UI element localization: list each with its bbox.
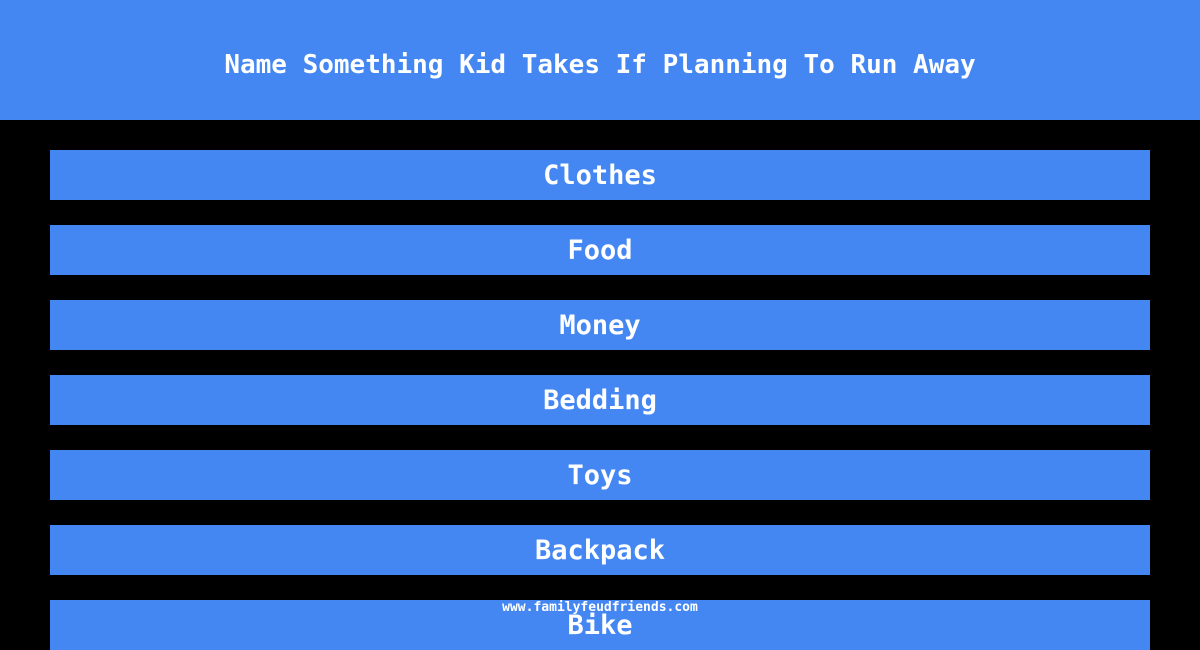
question-header: Name Something Kid Takes If Planning To …	[0, 0, 1200, 120]
question-title: Name Something Kid Takes If Planning To …	[224, 50, 976, 80]
answer-bar: Food	[50, 225, 1150, 275]
answer-bar: Clothes	[50, 150, 1150, 200]
answer-bar: Bedding	[50, 375, 1150, 425]
answer-bar: Toys	[50, 450, 1150, 500]
answer-bar: Backpack	[50, 525, 1150, 575]
answer-bar: Money	[50, 300, 1150, 350]
site-watermark: www.familyfeudfriends.com	[502, 600, 698, 615]
